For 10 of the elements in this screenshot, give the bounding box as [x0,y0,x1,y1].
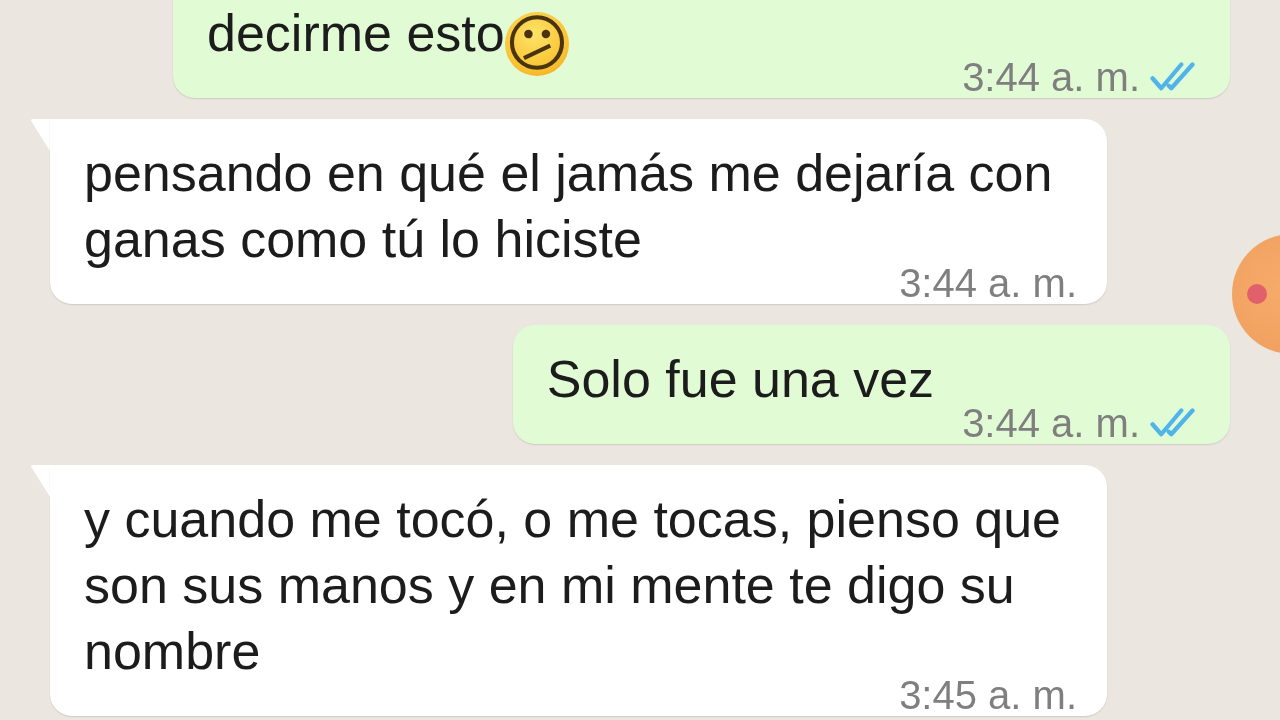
floating-bubble-icon[interactable] [1230,233,1280,355]
message-time: 3:44 a. m. [962,62,1140,92]
message-time: 3:44 a. m. [962,408,1140,438]
message-text: decirme esto [207,4,505,62]
message-time: 3:45 a. m. [899,680,1077,710]
face-emoji: 😕 [504,12,569,76]
message-text: pensando en qué el jamás me dejaría con ganas como tú lo hiciste [84,144,1053,268]
message-time: 3:44 a. m. [899,268,1077,298]
message-text: y cuando me tocó, o me tocas, pienso que son sus manos y en mi mente te digo su nombre [84,490,1062,680]
message-text: Solo fue una vez [546,350,935,408]
